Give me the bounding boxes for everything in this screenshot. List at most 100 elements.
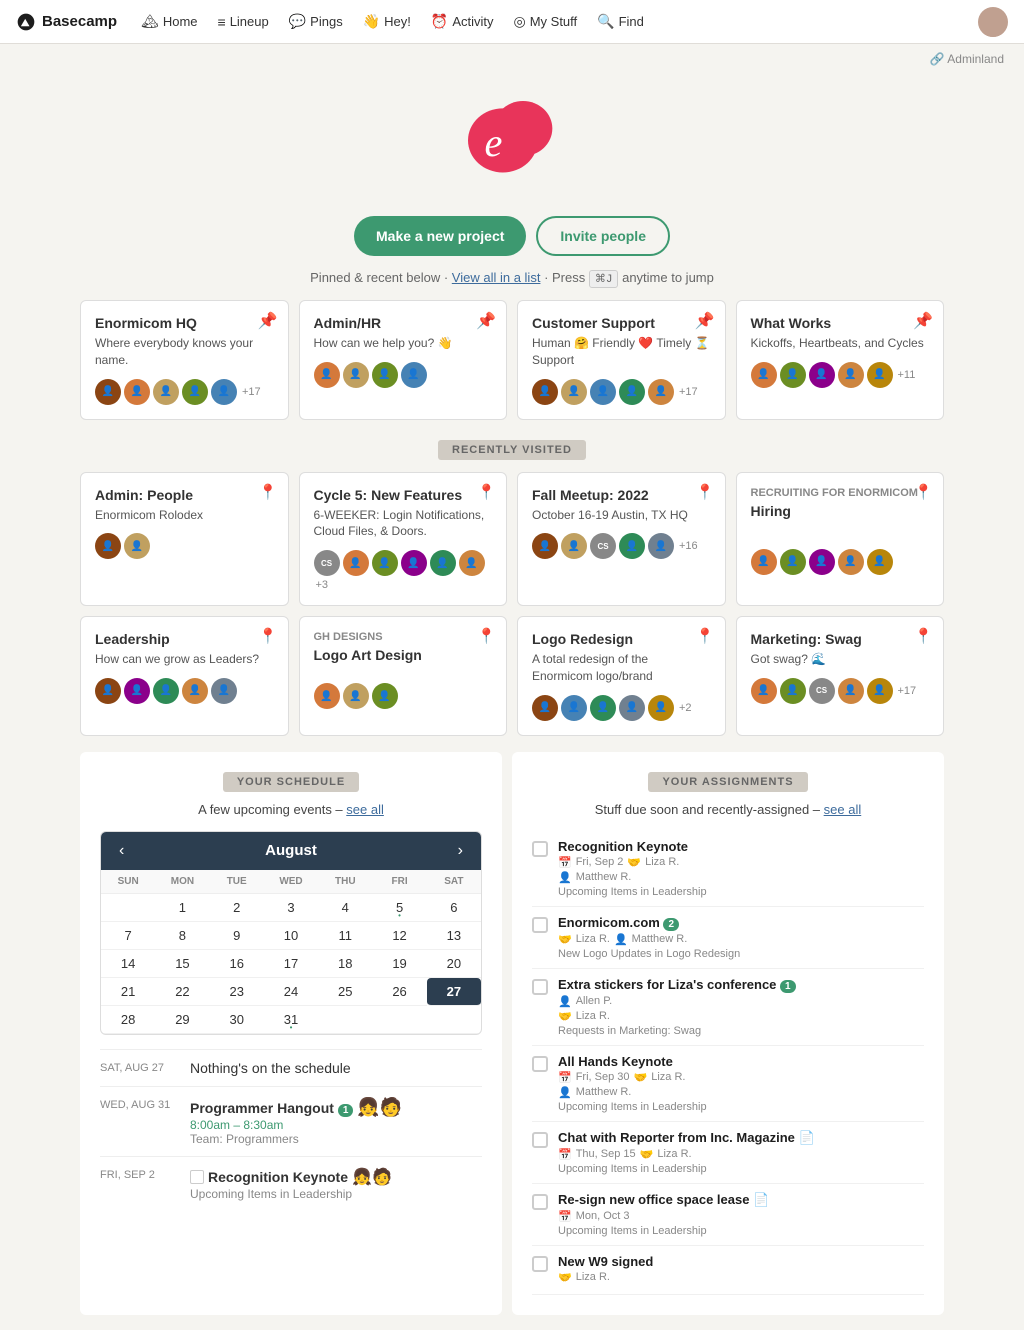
avatar: 👤 <box>95 379 121 405</box>
calendar-next-button[interactable]: › <box>452 840 469 862</box>
cal-day-9[interactable]: 9 <box>210 922 264 950</box>
rc-count-6: +2 <box>679 702 692 714</box>
cal-day-30[interactable]: 30 <box>210 1006 264 1034</box>
cal-header-thu: THU <box>318 870 372 894</box>
avatar: 👤 <box>751 362 777 388</box>
unpin-icon-1: 📍 <box>477 483 496 501</box>
nav-activity[interactable]: ⏰ Activity <box>423 9 502 34</box>
nav-activity-label: Activity <box>452 14 493 29</box>
recent-card-2[interactable]: 📍 Fall Meetup: 2022 October 16-19 Austin… <box>517 472 726 607</box>
assignee-1: Liza R. <box>576 933 610 945</box>
assignment-title-2: Extra stickers for Liza's conference 1 <box>558 977 924 993</box>
assignment-checkbox-1[interactable] <box>532 917 548 933</box>
card-avatars-3: 👤 👤 👤 👤 👤 +11 <box>751 362 930 388</box>
nav-logo[interactable]: ⛰ Basecamp <box>16 12 117 32</box>
view-all-link[interactable]: View all in a list <box>452 270 541 285</box>
avatar: 👤 <box>867 678 893 704</box>
unpin-icon-4: 📍 <box>259 627 278 645</box>
lineup-icon: ≡ <box>218 14 226 30</box>
keyboard-shortcut: ⌘J <box>589 270 619 288</box>
recent-card-1[interactable]: 📍 Cycle 5: New Features 6-WEEKER: Login … <box>299 472 508 607</box>
calendar-prev-button[interactable]: ‹ <box>113 840 130 862</box>
assignment-body-1: Enormicom.com 2 🤝 Liza R. 👤 Matthew R. N… <box>558 915 924 960</box>
assignment-date-5: Mon, Oct 3 <box>576 1210 630 1222</box>
cal-day-20[interactable]: 20 <box>427 950 481 978</box>
cal-day-4[interactable]: 4 <box>318 894 372 922</box>
card-title-2: Customer Support <box>532 315 711 331</box>
assignment-checkbox-2[interactable] <box>532 979 548 995</box>
cal-day-19[interactable]: 19 <box>372 950 426 978</box>
cal-day-2[interactable]: 2 <box>210 894 264 922</box>
cal-day-13[interactable]: 13 <box>427 922 481 950</box>
cal-day-7[interactable]: 7 <box>101 922 155 950</box>
recent-card-0[interactable]: 📍 Admin: People Enormicom Rolodex 👤 👤 <box>80 472 289 607</box>
cal-day-25[interactable]: 25 <box>318 978 372 1006</box>
cal-day-12[interactable]: 12 <box>372 922 426 950</box>
nav-pings[interactable]: 💬 Pings <box>281 9 351 34</box>
cal-day-15[interactable]: 15 <box>155 950 209 978</box>
avatar-count-3: +11 <box>898 369 916 381</box>
assignment-checkbox-0[interactable] <box>532 841 548 857</box>
assignment-checkbox-4[interactable] <box>532 1132 548 1148</box>
nav-hey[interactable]: 👋 Hey! <box>355 9 419 34</box>
nav-home[interactable]: 🏔 Home <box>133 9 205 34</box>
assignment-title-0: Recognition Keynote <box>558 839 924 854</box>
recent-card-4[interactable]: 📍 Leadership How can we grow as Leaders?… <box>80 616 289 736</box>
cal-day-27[interactable]: 27 <box>427 978 481 1006</box>
cal-day-16[interactable]: 16 <box>210 950 264 978</box>
cal-day-28[interactable]: 28 <box>101 1006 155 1034</box>
cal-day-11[interactable]: 11 <box>318 922 372 950</box>
assignment-item-5: Re-sign new office space lease 📄 📅 Mon, … <box>532 1184 924 1246</box>
calendar-month: August <box>265 842 317 859</box>
nav-user-avatar[interactable] <box>978 7 1008 37</box>
assignment-checkbox-3[interactable] <box>532 1056 548 1072</box>
adminland-link[interactable]: 🔗 Adminland <box>930 52 1004 66</box>
cal-day-29[interactable]: 29 <box>155 1006 209 1034</box>
recent-card-3[interactable]: 📍 RECRUITING FOR ENORMICOM Hiring 👤 👤 👤 … <box>736 472 945 607</box>
cal-day-22[interactable]: 22 <box>155 978 209 1006</box>
schedule-see-all-link[interactable]: see all <box>346 802 384 817</box>
svg-text:e: e <box>485 120 503 165</box>
cal-day-18[interactable]: 18 <box>318 950 372 978</box>
nav-lineup[interactable]: ≡ Lineup <box>210 10 277 34</box>
cal-day-1[interactable]: 1 <box>155 894 209 922</box>
assignment-meta-6: 🤝 Liza R. <box>558 1271 924 1284</box>
pinned-card-2[interactable]: 📌 Customer Support Human 🤗 Friendly ❤️ T… <box>517 300 726 420</box>
assignments-see-all-link[interactable]: see all <box>824 802 862 817</box>
recent-card-6[interactable]: 📍 Logo Redesign A total redesign of the … <box>517 616 726 736</box>
pinned-card-3[interactable]: 📌 What Works Kickoffs, Heartbeats, and C… <box>736 300 945 420</box>
cal-day-17[interactable]: 17 <box>264 950 318 978</box>
cal-day-3[interactable]: 3 <box>264 894 318 922</box>
cal-day-24[interactable]: 24 <box>264 978 318 1006</box>
assignment-checkbox-6[interactable] <box>532 1256 548 1272</box>
cal-day-21[interactable]: 21 <box>101 978 155 1006</box>
recent-card-7[interactable]: 📍 Marketing: Swag Got swag? 🌊 👤 👤 CS 👤 👤… <box>736 616 945 736</box>
cal-day-10[interactable]: 10 <box>264 922 318 950</box>
nav-mystuff[interactable]: ◎ My Stuff <box>505 9 585 34</box>
evt-detail-1: Programmer Hangout 1 👧🧑 8:00am – 8:30am … <box>190 1097 482 1146</box>
avatar: 👤 <box>590 695 616 721</box>
pinned-card-0[interactable]: 📌 Enormicom HQ Where everybody knows you… <box>80 300 289 420</box>
cal-day-26[interactable]: 26 <box>372 978 426 1006</box>
pinned-card-1[interactable]: 📌 Admin/HR How can we help you? 👋 👤 👤 👤 … <box>299 300 508 420</box>
invite-people-button[interactable]: Invite people <box>536 216 670 256</box>
evt-title-0: Nothing's on the schedule <box>190 1060 351 1076</box>
cal-day-8[interactable]: 8 <box>155 922 209 950</box>
recent-card-5[interactable]: 📍 GH DESIGNS Logo Art Design 👤 👤 👤 <box>299 616 508 736</box>
cal-day-14[interactable]: 14 <box>101 950 155 978</box>
avatar: CS <box>809 678 835 704</box>
cal-header-tue: TUE <box>210 870 264 894</box>
rc-avatars-2: 👤 👤 CS 👤 👤 +16 <box>532 533 711 559</box>
nav-find[interactable]: 🔍 Find <box>589 9 652 34</box>
cal-day-31[interactable]: 31 <box>264 1006 318 1034</box>
cal-day-23[interactable]: 23 <box>210 978 264 1006</box>
make-project-button[interactable]: Make a new project <box>354 216 526 256</box>
avatar: 👤 <box>182 379 208 405</box>
unpin-icon-0: 📍 <box>259 483 278 501</box>
assignment-checkbox-5[interactable] <box>532 1194 548 1210</box>
cal-day-6[interactable]: 6 <box>427 894 481 922</box>
cal-day-empty <box>101 894 155 922</box>
rc-desc-2: October 16-19 Austin, TX HQ <box>532 507 711 524</box>
hero-buttons: Make a new project Invite people <box>16 216 1008 256</box>
cal-day-5[interactable]: 5 <box>372 894 426 922</box>
